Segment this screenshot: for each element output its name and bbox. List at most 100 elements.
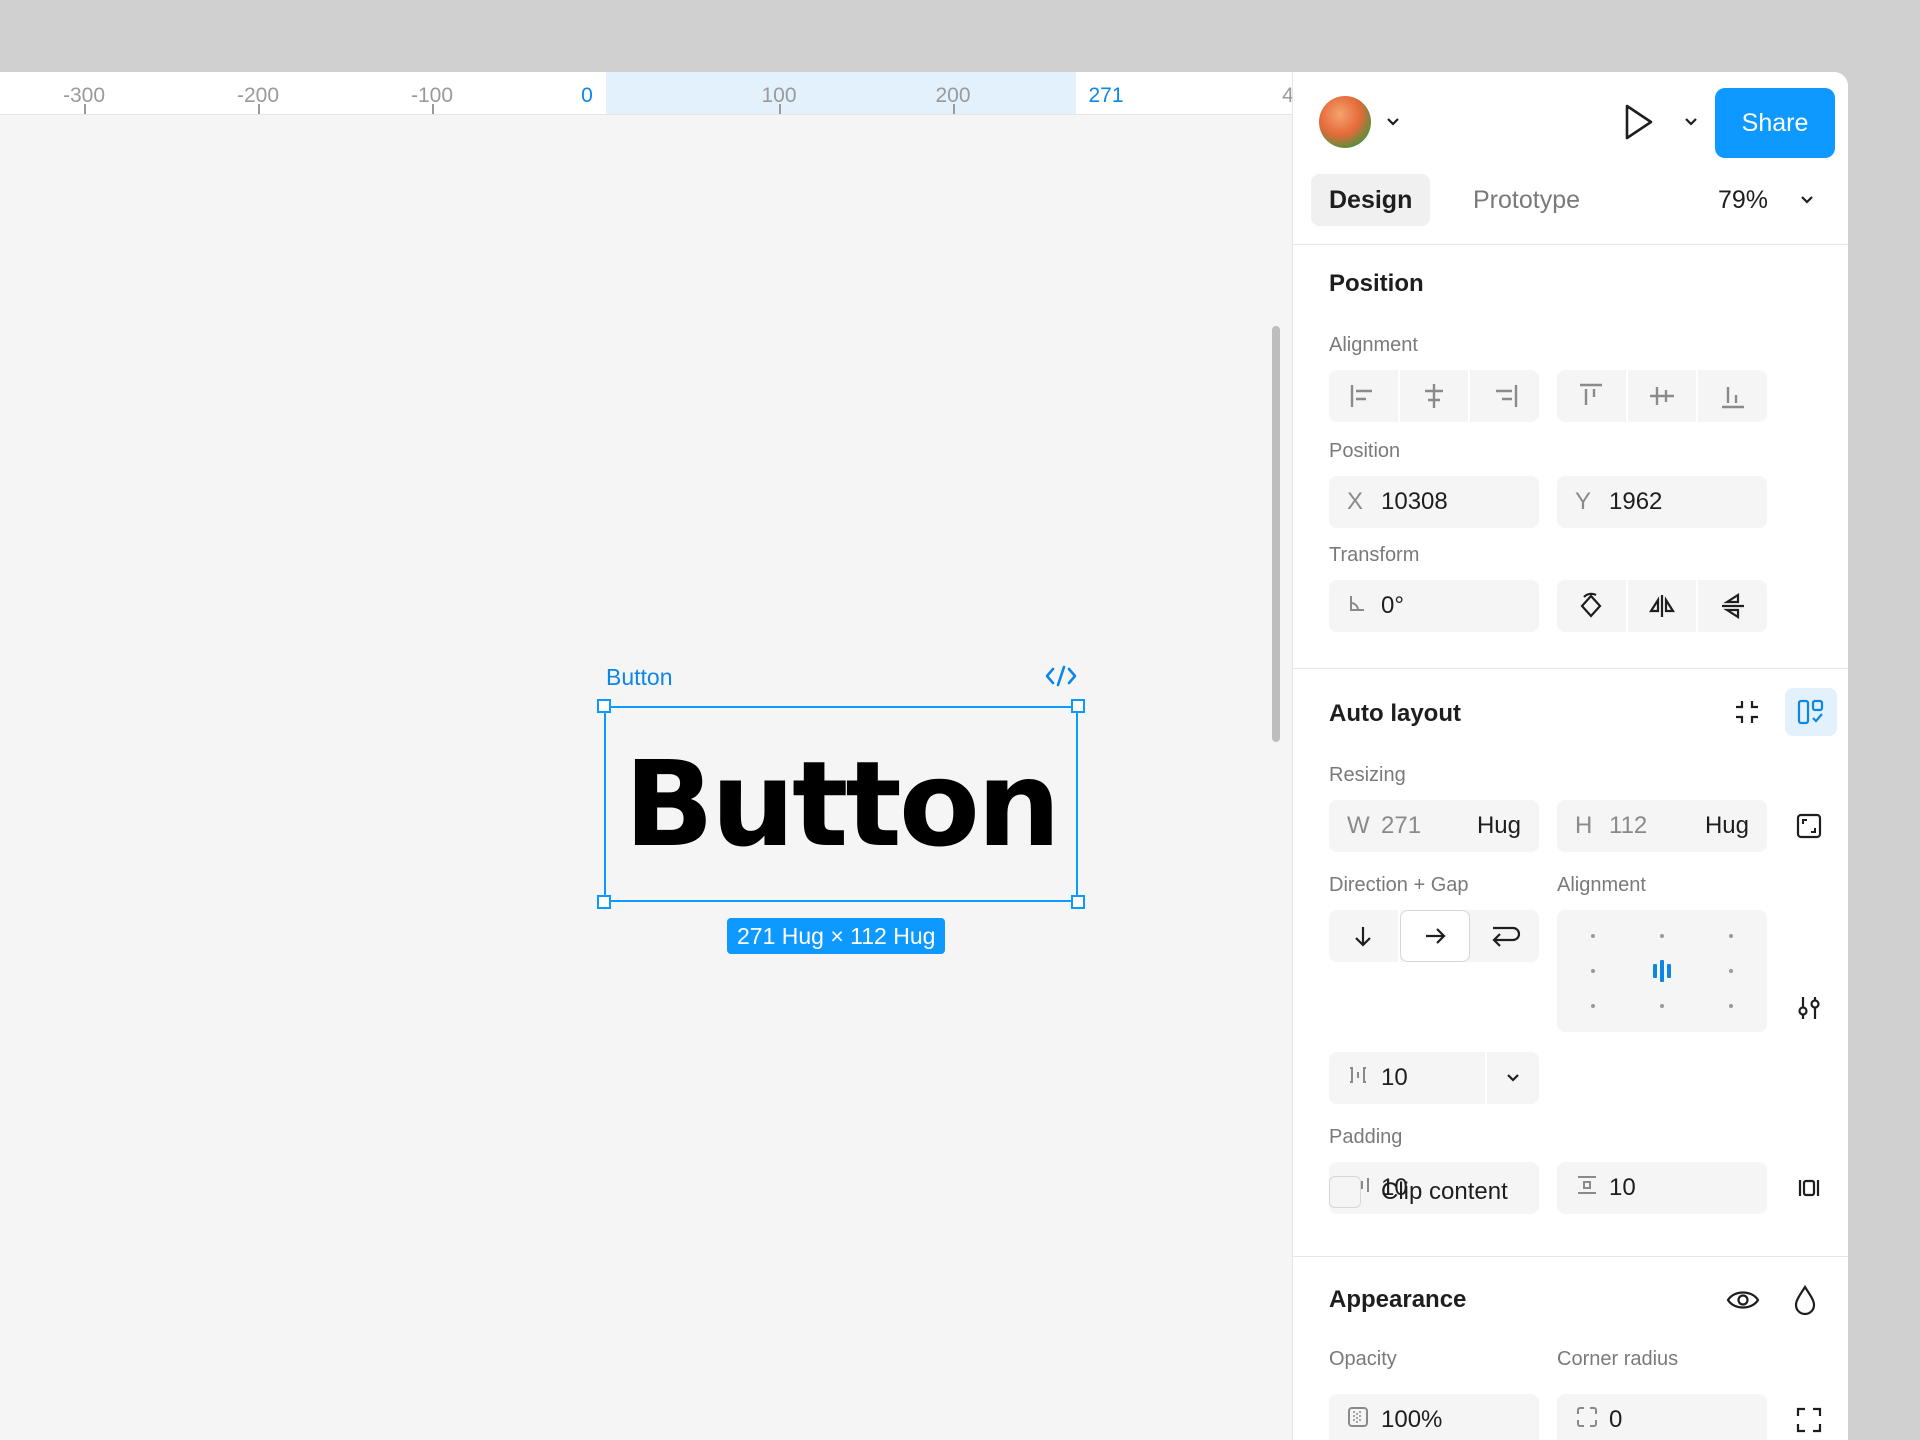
remove-auto-layout-button[interactable]	[1727, 692, 1767, 732]
chevron-down-icon[interactable]	[1799, 192, 1815, 208]
gap-value: 10	[1381, 1064, 1408, 1091]
ruler-tick-label: 0	[581, 84, 593, 107]
advanced-layout-settings-button[interactable]	[1793, 992, 1825, 1024]
ruler-tick	[953, 104, 955, 114]
rotate-90-button[interactable]	[1557, 580, 1628, 632]
clip-content-checkbox[interactable]	[1329, 1176, 1361, 1208]
padding-vertical-icon	[1575, 1174, 1609, 1202]
visibility-toggle[interactable]	[1723, 1280, 1763, 1320]
corner-radius-icon	[1575, 1405, 1609, 1436]
share-button[interactable]: Share	[1715, 88, 1835, 158]
align-right-button[interactable]	[1470, 370, 1539, 422]
w-value: 271	[1381, 812, 1422, 839]
selected-frame[interactable]: Button	[604, 706, 1078, 902]
chevron-down-icon[interactable]	[1385, 114, 1401, 130]
auto-layout-settings-button[interactable]	[1785, 688, 1837, 736]
direction-group	[1329, 910, 1539, 962]
canvas-scrollbar[interactable]	[1272, 326, 1280, 742]
x-prefix: X	[1347, 488, 1364, 515]
layout-grid-icon	[1797, 699, 1824, 725]
y-prefix: Y	[1575, 488, 1592, 515]
opacity-field[interactable]: 100%	[1329, 1394, 1539, 1440]
ruler-tick-label: 271	[1088, 84, 1124, 107]
rotation-value: 0°	[1381, 592, 1404, 619]
position-label: Position	[1329, 440, 1401, 462]
drop-icon	[1794, 1284, 1816, 1316]
resize-handle-bottom-left[interactable]	[597, 895, 611, 909]
w-mode-dropdown[interactable]: Hug	[1477, 812, 1521, 840]
user-avatar[interactable]	[1319, 96, 1371, 148]
resize-handle-top-left[interactable]	[597, 699, 611, 713]
chevron-down-icon[interactable]	[1683, 114, 1699, 130]
h-value: 112	[1609, 812, 1648, 839]
section-title-auto-layout: Auto layout	[1329, 700, 1461, 727]
frame-name-label[interactable]: Button	[606, 664, 673, 691]
rotation-field[interactable]: 0°	[1329, 580, 1539, 632]
align-bottom-icon	[1721, 387, 1744, 409]
width-field[interactable]: W 271 Hug	[1329, 800, 1539, 852]
flip-horizontal-button[interactable]	[1628, 580, 1699, 632]
padding-label: Padding	[1329, 1126, 1403, 1148]
section-title-position: Position	[1329, 270, 1424, 297]
code-icon[interactable]	[1044, 664, 1078, 688]
corner-radius-value: 0	[1609, 1406, 1623, 1433]
resize-fit-icon	[1796, 813, 1822, 839]
direction-horizontal-button[interactable]	[1399, 910, 1471, 962]
align-right-icon	[1495, 385, 1517, 407]
align-bottom-button[interactable]	[1698, 370, 1767, 422]
alignment-grid[interactable]	[1557, 910, 1767, 1032]
button-text-layer[interactable]: Button	[624, 745, 1061, 863]
alignment-dots	[1591, 934, 1733, 1008]
ruler-tick	[84, 104, 86, 114]
tab-design[interactable]: Design	[1311, 174, 1431, 226]
align-middle-button[interactable]	[1628, 370, 1699, 422]
individual-padding-button[interactable]	[1793, 1172, 1825, 1204]
chevron-down-icon[interactable]	[1505, 1070, 1521, 1086]
tab-prototype[interactable]: Prototype	[1455, 174, 1598, 226]
vertical-align-group	[1557, 370, 1767, 422]
blend-mode-button[interactable]	[1785, 1280, 1825, 1320]
resize-handle-top-right[interactable]	[1071, 699, 1085, 713]
resize-to-fit-button[interactable]	[1793, 810, 1825, 842]
y-position-field[interactable]: Y 1962	[1557, 476, 1767, 528]
align-left-icon	[1351, 385, 1373, 407]
opacity-label: Opacity	[1329, 1348, 1397, 1370]
flip-horizontal-icon	[1648, 595, 1676, 617]
independent-corners-button[interactable]	[1793, 1404, 1825, 1436]
ruler-selection-highlight	[606, 72, 1076, 114]
align-top-button[interactable]	[1557, 370, 1628, 422]
align-top-icon	[1580, 383, 1603, 405]
corners-icon	[1796, 1407, 1822, 1433]
x-position-field[interactable]: X 10308	[1329, 476, 1539, 528]
height-field[interactable]: H 112 Hug	[1557, 800, 1767, 852]
opacity-icon	[1347, 1406, 1381, 1435]
play-icon[interactable]	[1621, 102, 1655, 142]
zoom-level[interactable]: 79%	[1718, 174, 1768, 226]
padding-vertical-field[interactable]: 10	[1557, 1162, 1767, 1214]
resizing-label: Resizing	[1329, 764, 1406, 786]
padding-sides-icon	[1798, 1179, 1820, 1197]
dimension-badge: 271 Hug × 112 Hug	[727, 918, 946, 954]
divider	[1293, 668, 1848, 669]
corner-radius-field[interactable]: 0	[1557, 1394, 1767, 1440]
w-prefix: W	[1347, 812, 1370, 839]
resize-handle-bottom-right[interactable]	[1071, 895, 1085, 909]
clip-content-label: Clip content	[1381, 1178, 1508, 1205]
figma-window: -300 -200 -100 0 100 200 271 4 Button Bu…	[0, 72, 1848, 1440]
arrow-down-icon	[1355, 927, 1372, 947]
transform-group	[1557, 580, 1767, 632]
transform-label: Transform	[1329, 544, 1420, 566]
direction-wrap-button[interactable]	[1470, 910, 1539, 962]
gap-dropdown-divider	[1485, 1052, 1487, 1104]
flip-vertical-button[interactable]	[1698, 580, 1767, 632]
sliders-icon	[1798, 997, 1820, 1019]
divider	[1293, 1256, 1848, 1257]
h-mode-dropdown[interactable]: Hug	[1705, 812, 1749, 840]
align-left-button[interactable]	[1329, 370, 1400, 422]
rotation-icon	[1347, 592, 1381, 620]
direction-vertical-button[interactable]	[1329, 910, 1400, 962]
align-center-h-button[interactable]	[1400, 370, 1471, 422]
gap-field[interactable]: 10	[1329, 1052, 1539, 1104]
divider	[1293, 244, 1848, 245]
wrap-icon	[1492, 926, 1520, 947]
